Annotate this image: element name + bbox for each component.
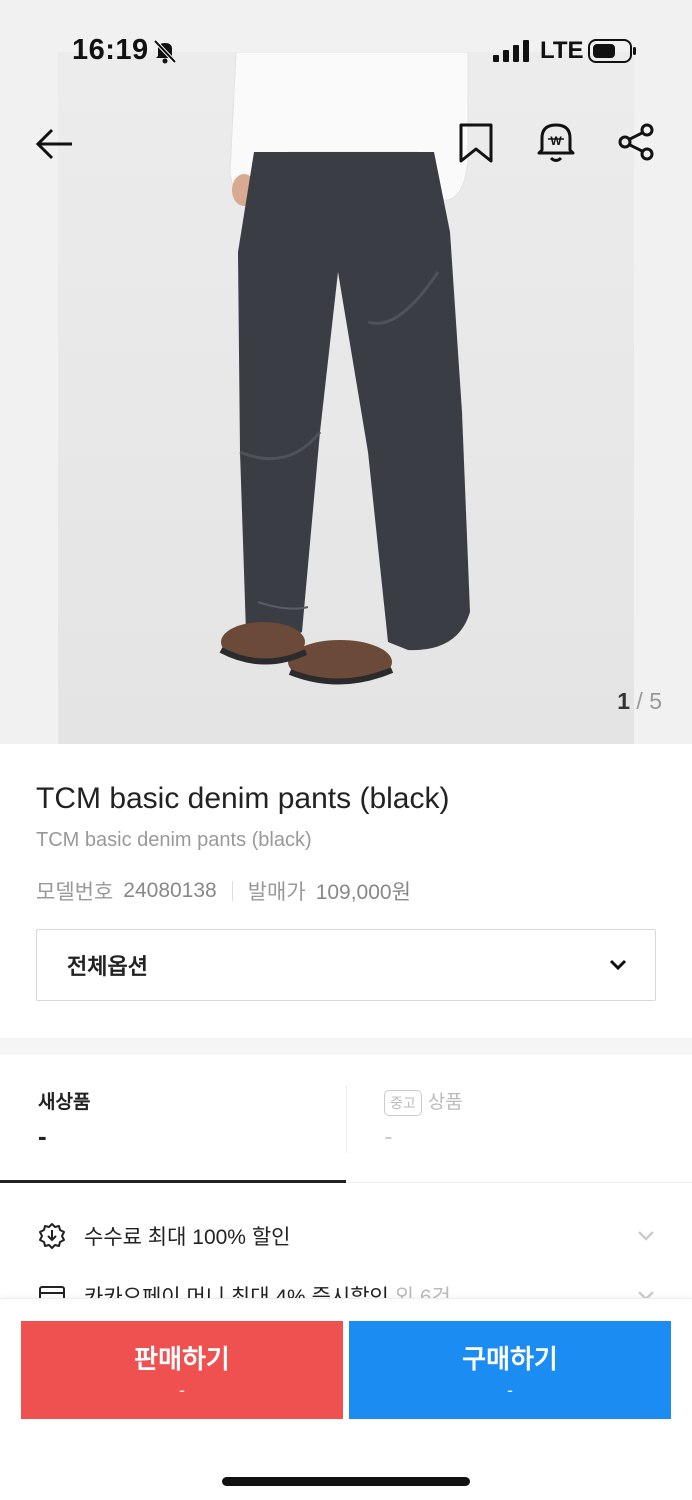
benefit-row-fee-discount[interactable]: 수수료 최대 100% 할인 [0, 1206, 692, 1266]
benefit-text: 수수료 최대 100% 할인 [84, 1221, 290, 1251]
bell-off-icon [153, 39, 177, 64]
sell-button[interactable]: 판매하기 - [21, 1321, 343, 1419]
discount-icon [39, 1223, 65, 1249]
status-bar: 16:19 LTE [0, 0, 692, 100]
battery-icon [588, 39, 636, 63]
tab-used-product[interactable]: 중고 상품 - [346, 1055, 692, 1183]
benefit-title: 수수료 최대 100% 할인 [84, 1226, 291, 1249]
product-title: TCM basic denim pants (black) [36, 782, 450, 815]
gallery-counter: 1 / 5 [617, 688, 662, 714]
tab-used-label: 상품 [427, 1092, 463, 1113]
tab-new-product[interactable]: 새상품 - [0, 1055, 346, 1183]
model-number-value: 24080138 [123, 879, 217, 902]
status-time: 16:19 [72, 34, 149, 66]
condition-tabs: 새상품 - 중고 상품 - [0, 1055, 692, 1183]
chevron-down-icon [609, 959, 627, 971]
used-badge: 중고 [384, 1089, 422, 1116]
bookmark-icon[interactable] [458, 122, 494, 164]
network-type: LTE [540, 37, 584, 64]
product-meta: 모델번호 24080138 발매가 109,000원 [36, 876, 411, 906]
home-indicator[interactable] [222, 1477, 470, 1486]
buy-button-price: - [507, 1380, 513, 1400]
option-select[interactable]: 전체옵션 [36, 929, 656, 1001]
buy-button[interactable]: 구매하기 - [349, 1321, 671, 1419]
tab-used-label-wrap: 중고 상품 [384, 1087, 463, 1116]
product-subtitle: TCM basic denim pants (black) [36, 829, 312, 851]
release-price-label: 발매가 [247, 881, 306, 904]
svg-text:W: W [550, 134, 562, 148]
tab-used-price: - [384, 1121, 393, 1151]
sell-button-label: 판매하기 [134, 1344, 230, 1374]
option-select-label: 전체옵션 [67, 954, 148, 979]
chevron-down-icon [638, 1231, 654, 1241]
model-number-label: 모델번호 [36, 881, 114, 904]
share-icon[interactable] [616, 122, 656, 162]
section-divider [0, 1038, 692, 1055]
tab-new-label: 새상품 [38, 1092, 91, 1113]
price-alert-icon[interactable]: W [536, 120, 576, 164]
tab-new-price: - [38, 1121, 47, 1151]
meta-divider [231, 881, 233, 901]
signal-icon [493, 40, 529, 62]
back-arrow-icon[interactable] [34, 124, 74, 164]
product-image-gallery[interactable]: 1 / 5 [0, 0, 692, 744]
release-price-value: 109,000원 [315, 881, 411, 904]
buy-button-label: 구매하기 [462, 1344, 558, 1374]
bottom-action-bar: 판매하기 - 구매하기 - [0, 1298, 692, 1500]
sell-button-price: - [179, 1380, 185, 1400]
